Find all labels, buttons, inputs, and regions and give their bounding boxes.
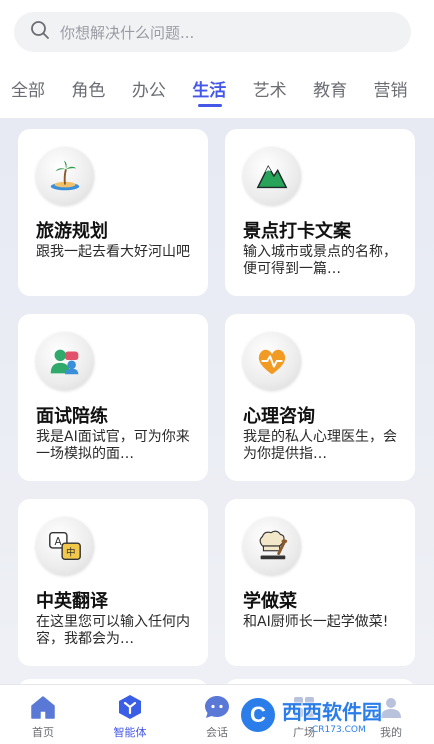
search-input[interactable]: 你想解决什么问题...	[14, 12, 411, 52]
tab-label: 艺术	[252, 81, 287, 101]
tab-label: 生活	[192, 81, 227, 101]
tab-marketing[interactable]: 营销	[374, 64, 434, 118]
active-tab-indicator	[198, 104, 223, 107]
tab-art[interactable]: 艺术	[253, 64, 313, 118]
tab-label: 教育	[313, 81, 348, 101]
card-title: 心理咨询	[243, 406, 315, 427]
search-icon	[30, 20, 50, 44]
watermark-text: 西西软件园 CR173.COM	[282, 696, 382, 735]
card-description: 输入城市或景点的名称，便可得到一篇…	[243, 244, 397, 277]
svg-text:A: A	[55, 536, 63, 548]
tab-life[interactable]: 生活	[192, 64, 252, 118]
watermark-sub-text: CR173.COM	[312, 724, 366, 735]
card-title: 景点打卡文案	[243, 221, 351, 242]
agent-card-counseling[interactable]: 心理咨询 我是的私人心理医生，会为你提供指…	[225, 314, 415, 481]
agent-card-cooking[interactable]: 学做菜 和AI厨师长一起学做菜!	[225, 499, 415, 666]
agent-card-grid: 旅游规划 跟我一起去看大好河山吧 景点打卡文案 输入城市或景点的名称，便可得到一…	[0, 118, 434, 684]
agent-card-scenic-copy[interactable]: 景点打卡文案 输入城市或景点的名称，便可得到一篇…	[225, 129, 415, 296]
agent-card-translation[interactable]: A 中 中英翻译 在这里您可以输入任何内容，我都会为…	[18, 499, 208, 666]
card-description: 我是AI面试官，可为你来一场模拟的面…	[36, 429, 190, 462]
tab-role[interactable]: 角色	[71, 64, 131, 118]
tab-office[interactable]: 办公	[132, 64, 192, 118]
card-description: 和AI厨师长一起学做菜!	[243, 614, 389, 630]
svg-text:中: 中	[66, 547, 76, 559]
tab-education[interactable]: 教育	[313, 64, 373, 118]
home-icon	[8, 693, 78, 721]
nav-home[interactable]: 首页	[8, 693, 78, 740]
cube-agent-icon	[95, 693, 165, 721]
search-bar-area: 你想解决什么问题...	[0, 0, 434, 64]
agent-card-travel[interactable]: 旅游规划 跟我一起去看大好河山吧	[18, 129, 208, 296]
translate-icon: A 中	[36, 517, 94, 575]
card-description: 在这里您可以输入任何内容，我都会为…	[36, 614, 190, 647]
card-title: 旅游规划	[36, 221, 108, 242]
nav-label: 智能体	[113, 726, 147, 739]
tab-label: 全部	[11, 81, 45, 101]
interview-people-icon	[36, 332, 94, 390]
tab-label: 营销	[373, 81, 408, 101]
site-watermark: C 西西软件园 CR173.COM	[238, 693, 416, 737]
chef-hat-icon	[243, 517, 301, 575]
category-tabs: 全部 角色 办公 生活 艺术 教育 营销	[0, 64, 434, 118]
tab-all[interactable]: 全部	[11, 64, 71, 118]
nav-agents[interactable]: 智能体	[95, 693, 165, 740]
watermark-main-text: 西西软件园	[282, 699, 382, 724]
search-placeholder: 你想解决什么问题...	[60, 23, 195, 42]
card-description: 跟我一起去看大好河山吧	[36, 244, 190, 260]
mountain-icon	[243, 147, 301, 205]
heart-pulse-icon	[243, 332, 301, 390]
tab-label: 办公	[131, 81, 166, 101]
card-title: 中英翻译	[36, 591, 108, 612]
watermark-logo-badge: C	[238, 695, 278, 735]
beach-island-icon	[36, 147, 94, 205]
card-title: 面试陪练	[36, 406, 108, 427]
tab-label: 角色	[71, 81, 106, 101]
card-description: 我是的私人心理医生，会为你提供指…	[243, 429, 397, 462]
card-title: 学做菜	[243, 591, 297, 612]
agent-card-interview[interactable]: 面试陪练 我是AI面试官，可为你来一场模拟的面…	[18, 314, 208, 481]
nav-label: 首页	[32, 726, 54, 739]
